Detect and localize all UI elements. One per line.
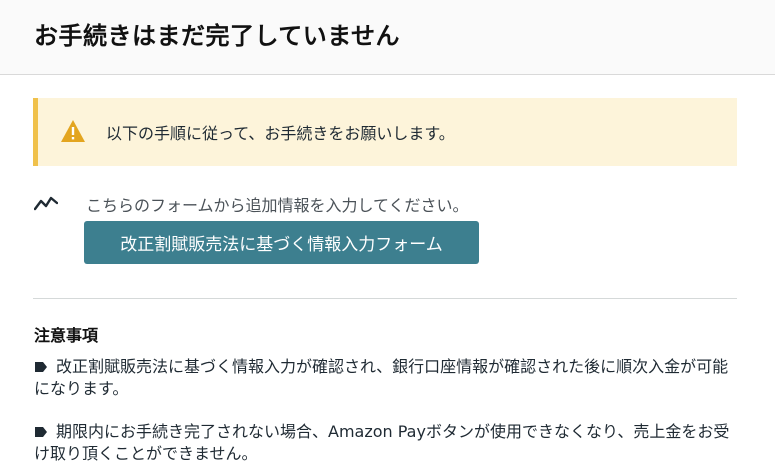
- information-form-button[interactable]: 改正割賦販売法に基づく情報入力フォーム: [84, 221, 479, 264]
- note-item-text: 改正割賦販売法に基づく情報入力が確認され、銀行口座情報が確認された後に順次入金が…: [34, 357, 729, 398]
- note-item-text: 期限内にお手続き完了されない場合、Amazon Payボタンが使用できなくなり、…: [34, 422, 730, 463]
- tag-icon: [34, 422, 48, 437]
- section-divider: [33, 298, 737, 299]
- page-header: お手続きはまだ完了していません: [0, 0, 775, 75]
- trend-line-icon: [33, 194, 59, 212]
- note-item: 改正割賦販売法に基づく情報入力が確認され、銀行口座情報が確認された後に順次入金が…: [34, 356, 740, 400]
- warning-alert: 以下の手順に従って、お手続きをお願いします。: [33, 98, 737, 166]
- warning-icon: [60, 119, 86, 143]
- form-instruction: こちらのフォームから追加情報を入力してください。: [86, 196, 469, 215]
- notes-heading: 注意事項: [34, 326, 99, 345]
- alert-message: 以下の手順に従って、お手続きをお願いします。: [106, 124, 455, 143]
- page-title: お手続きはまだ完了していません: [34, 22, 401, 50]
- note-item: 期限内にお手続き完了されない場合、Amazon Payボタンが使用できなくなり、…: [34, 421, 740, 465]
- tag-icon: [34, 357, 48, 372]
